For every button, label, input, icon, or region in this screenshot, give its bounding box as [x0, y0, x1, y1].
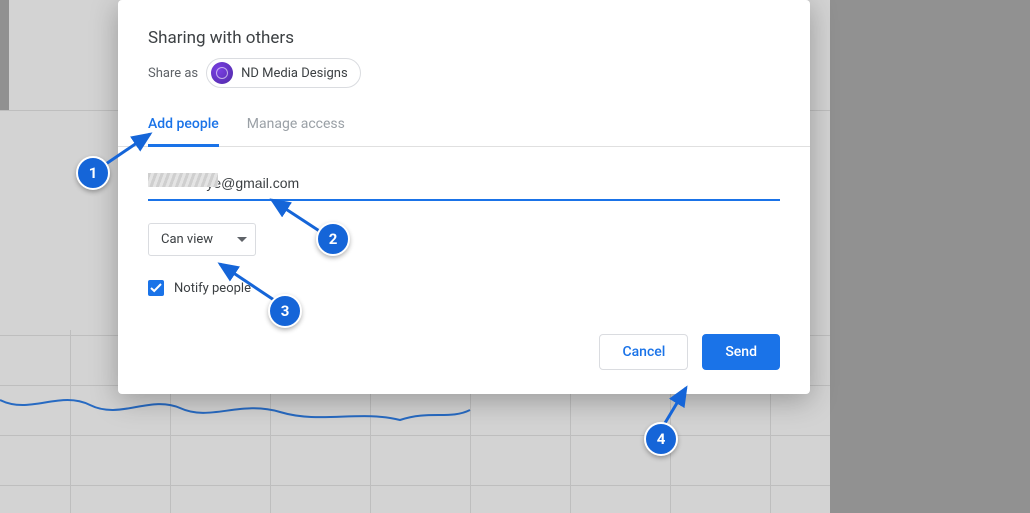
share-as-row: Share as ND Media Designs	[148, 58, 780, 88]
dialog-actions: Cancel Send	[148, 334, 780, 370]
people-email-input[interactable]	[148, 169, 780, 201]
notify-people-row[interactable]: Notify people	[148, 280, 780, 296]
notify-label: Notify people	[174, 281, 251, 296]
check-icon	[150, 283, 162, 293]
email-field-wrap	[148, 169, 780, 201]
notify-checkbox[interactable]	[148, 280, 164, 296]
cancel-button[interactable]: Cancel	[599, 334, 688, 370]
permission-selected-label: Can view	[161, 232, 213, 247]
dialog-tabs: Add people Manage access	[118, 106, 810, 147]
account-name: ND Media Designs	[241, 66, 348, 81]
tab-add-people[interactable]: Add people	[148, 106, 219, 147]
dialog-title: Sharing with others	[148, 28, 780, 48]
permission-select[interactable]: Can view	[148, 223, 256, 256]
account-avatar-icon	[211, 62, 233, 84]
send-button[interactable]: Send	[702, 334, 780, 370]
sharing-dialog: Sharing with others Share as ND Media De…	[118, 0, 810, 394]
share-as-label: Share as	[148, 66, 198, 81]
tab-manage-access[interactable]: Manage access	[247, 106, 345, 146]
redacted-text	[148, 173, 218, 187]
caret-down-icon	[237, 232, 247, 247]
account-chip[interactable]: ND Media Designs	[206, 58, 361, 88]
